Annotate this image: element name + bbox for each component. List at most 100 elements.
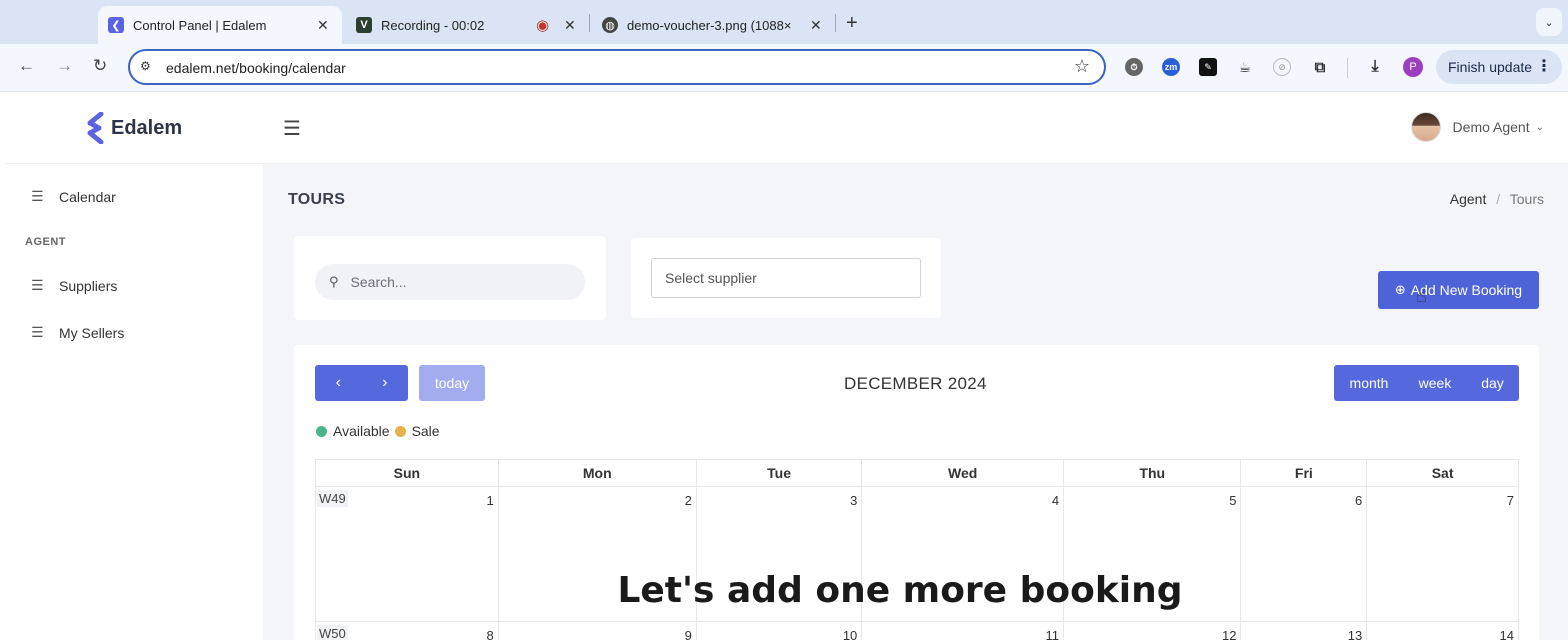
add-new-booking-button[interactable]: ⊕ Add New Booking [1378, 271, 1539, 309]
today-button[interactable]: today [419, 365, 485, 401]
view-month-button[interactable]: month [1334, 365, 1404, 401]
sidebar-section-heading: AGENT [25, 236, 66, 248]
weekday-header: Sun [315, 459, 499, 487]
compass-extension-icon[interactable]: ⊘ [1273, 58, 1291, 76]
user-menu[interactable]: Demo Agent ⌄ [1410, 112, 1544, 142]
day-number: 2 [684, 493, 692, 508]
url-text[interactable]: edalem.net/booking/calendar [166, 60, 346, 76]
browser-tab-bar: ❮ Control Panel | Edalem ✕ V Recording -… [0, 0, 1568, 44]
puzzle-icon[interactable]: ⧉ [1311, 58, 1329, 76]
user-name: Demo Agent [1452, 119, 1530, 135]
browser-tab-control-panel[interactable]: ❮ Control Panel | Edalem ✕ [98, 6, 342, 44]
back-icon[interactable]: ← [18, 56, 35, 76]
day-number: 7 [1506, 493, 1514, 508]
weekday-header: Fri [1240, 459, 1368, 487]
search-icon: ⚲ [329, 274, 339, 289]
search-box[interactable]: ⚲ [315, 264, 585, 300]
edalem-favicon-icon: ❮ [108, 17, 124, 33]
tab-title: demo-voucher-3.png (1088× [627, 17, 792, 33]
close-tab-icon[interactable]: ✕ [810, 17, 822, 34]
sidebar-item-suppliers[interactable]: ☰ Suppliers [31, 277, 117, 294]
calendar-view-group: month week day [1334, 365, 1519, 401]
supplier-card: Select supplier [631, 238, 941, 318]
weekday-header: Tue [695, 459, 863, 487]
available-dot-icon [316, 425, 327, 437]
calendar-week-row: W50 8 9 10 11 12 13 14 [315, 621, 1519, 640]
day-number: 6 [1354, 493, 1363, 508]
menu-toggle-icon[interactable]: ☰ [283, 116, 301, 141]
forward-icon[interactable]: → [56, 56, 73, 76]
site-settings-icon[interactable]: ⚙ [140, 59, 151, 73]
browser-tab-voucher[interactable]: ◍ demo-voucher-3.png (1088× ✕ [592, 6, 832, 44]
day-number: 10 [842, 628, 858, 640]
breadcrumb-agent[interactable]: Agent [1450, 191, 1487, 207]
add-new-booking-label: Add New Booking [1410, 282, 1523, 298]
logo-text: Edalem [111, 116, 183, 139]
day-number: 3 [850, 493, 858, 508]
recording-indicator-icon: ◉ [536, 17, 550, 34]
list-icon: ☰ [31, 188, 44, 204]
close-tab-icon[interactable]: ✕ [317, 17, 329, 34]
sidebar-item-my-sellers[interactable]: ☰ My Sellers [31, 324, 124, 341]
calendar-day-cell[interactable]: 13 [1240, 621, 1368, 640]
toolbar-divider [1347, 58, 1348, 78]
view-week-button[interactable]: week [1404, 365, 1466, 401]
coffee-extension-icon[interactable]: ☕ [1236, 58, 1254, 76]
view-day-button[interactable]: day [1466, 365, 1519, 401]
sale-dot-icon [394, 425, 406, 437]
calendar-grid: Sun Mon Tue Wed Thu Fri Sat W49 1 2 3 4 5… [315, 459, 1519, 640]
more-vert-icon: ⋮ [1536, 58, 1552, 75]
day-number: 8 [486, 628, 494, 640]
calendar-day-cell[interactable]: 9 [497, 621, 697, 640]
recording-favicon-icon: V [356, 17, 372, 33]
pen-extension-icon[interactable]: ✎ [1199, 58, 1217, 76]
finish-update-button[interactable]: Finish update ⋮ [1436, 50, 1562, 84]
calendar-day-cell[interactable]: W50 8 [315, 621, 499, 640]
tab-divider [589, 14, 590, 32]
week-number: W50 [317, 625, 348, 640]
new-tab-icon[interactable]: + [846, 12, 858, 35]
weekday-header: Wed [861, 459, 1065, 487]
profile-avatar[interactable]: P [1403, 57, 1423, 77]
avatar [1410, 112, 1441, 142]
prev-month-button[interactable]: ‹ [315, 365, 362, 401]
day-number: 13 [1347, 628, 1363, 640]
sidebar-item-label: My Sellers [59, 324, 125, 341]
day-number: 12 [1222, 628, 1237, 640]
weekday-header: Sat [1366, 459, 1519, 487]
browser-tab-recording[interactable]: V Recording - 00:02 ◉ ✕ [346, 6, 586, 44]
download-icon[interactable]: ⤓ [1366, 58, 1384, 76]
chevron-down-icon[interactable]: ⌄ [1536, 8, 1562, 36]
extension-icon[interactable]: ⏱ [1125, 58, 1143, 76]
tab-title: Recording - 00:02 [381, 17, 485, 33]
calendar-day-cell[interactable]: 12 [1063, 621, 1242, 640]
address-bar[interactable]: ⚙ edalem.net/booking/calendar ☆ [128, 49, 1106, 85]
logo[interactable]: Edalem [85, 112, 182, 144]
week-number: W49 [317, 490, 348, 507]
day-number: 5 [1229, 493, 1237, 508]
search-input[interactable] [350, 274, 551, 290]
plus-circle-icon: ⊕ [1394, 282, 1406, 297]
sidebar-item-calendar[interactable]: ☰ Calendar [31, 188, 116, 205]
reload-icon[interactable]: ↻ [93, 56, 107, 76]
tab-title: Control Panel | Edalem [133, 17, 267, 33]
list-icon: ☰ [31, 277, 44, 293]
calendar-day-cell[interactable]: 11 [861, 621, 1065, 640]
edalem-logo-icon [87, 112, 104, 144]
bookmark-star-icon[interactable]: ☆ [1074, 56, 1090, 77]
weekday-header: Thu [1063, 459, 1242, 487]
close-tab-icon[interactable]: ✕ [564, 17, 576, 34]
chevron-down-icon: ⌄ [1535, 121, 1544, 133]
calendar-day-cell[interactable]: 14 [1366, 621, 1519, 640]
weekday-header: Mon [497, 459, 697, 487]
tab-divider [835, 14, 836, 32]
supplier-select[interactable]: Select supplier [651, 258, 921, 298]
day-number: 1 [486, 493, 494, 508]
breadcrumb: Agent / Tours [1450, 191, 1544, 207]
video-caption: Let's add one more booking [617, 570, 1183, 611]
main-content: TOURS Agent / Tours ⚲ Select supplier ⊕ … [263, 164, 1568, 640]
browser-toolbar: ← → ↻ ⚙ edalem.net/booking/calendar ☆ ⏱ … [0, 44, 1568, 92]
zoom-extension-icon[interactable]: zm [1162, 58, 1180, 76]
next-month-button[interactable]: › [362, 365, 409, 401]
calendar-day-cell[interactable]: 10 [695, 621, 863, 640]
